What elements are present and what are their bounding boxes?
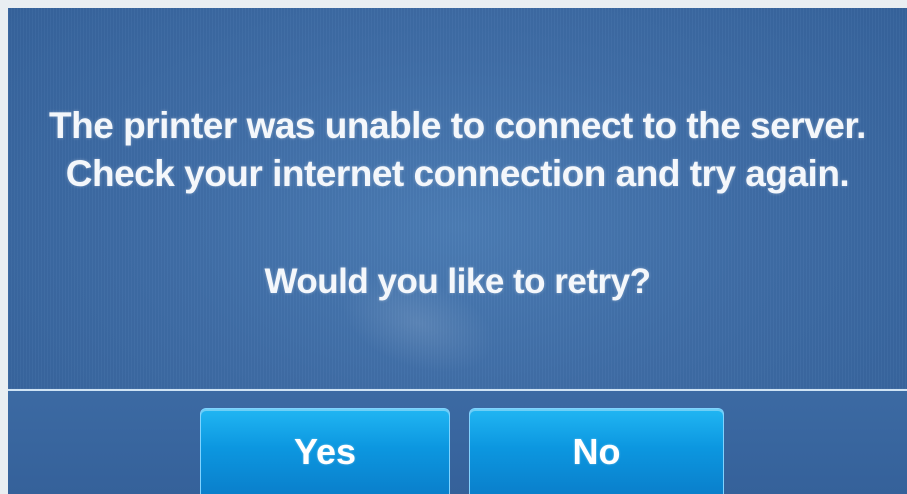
retry-question: Would you like to retry? (264, 262, 651, 301)
yes-button[interactable]: Yes (200, 408, 450, 494)
error-message: The printer was unable to connect to the… (8, 102, 907, 198)
printer-dialog-screen: The printer was unable to connect to the… (8, 8, 907, 494)
error-message-line-2: Check your internet connection and try a… (65, 153, 850, 194)
button-bar: Yes No (8, 391, 907, 494)
no-button[interactable]: No (469, 408, 724, 494)
error-message-line-1: The printer was unable to connect to the… (49, 105, 866, 146)
